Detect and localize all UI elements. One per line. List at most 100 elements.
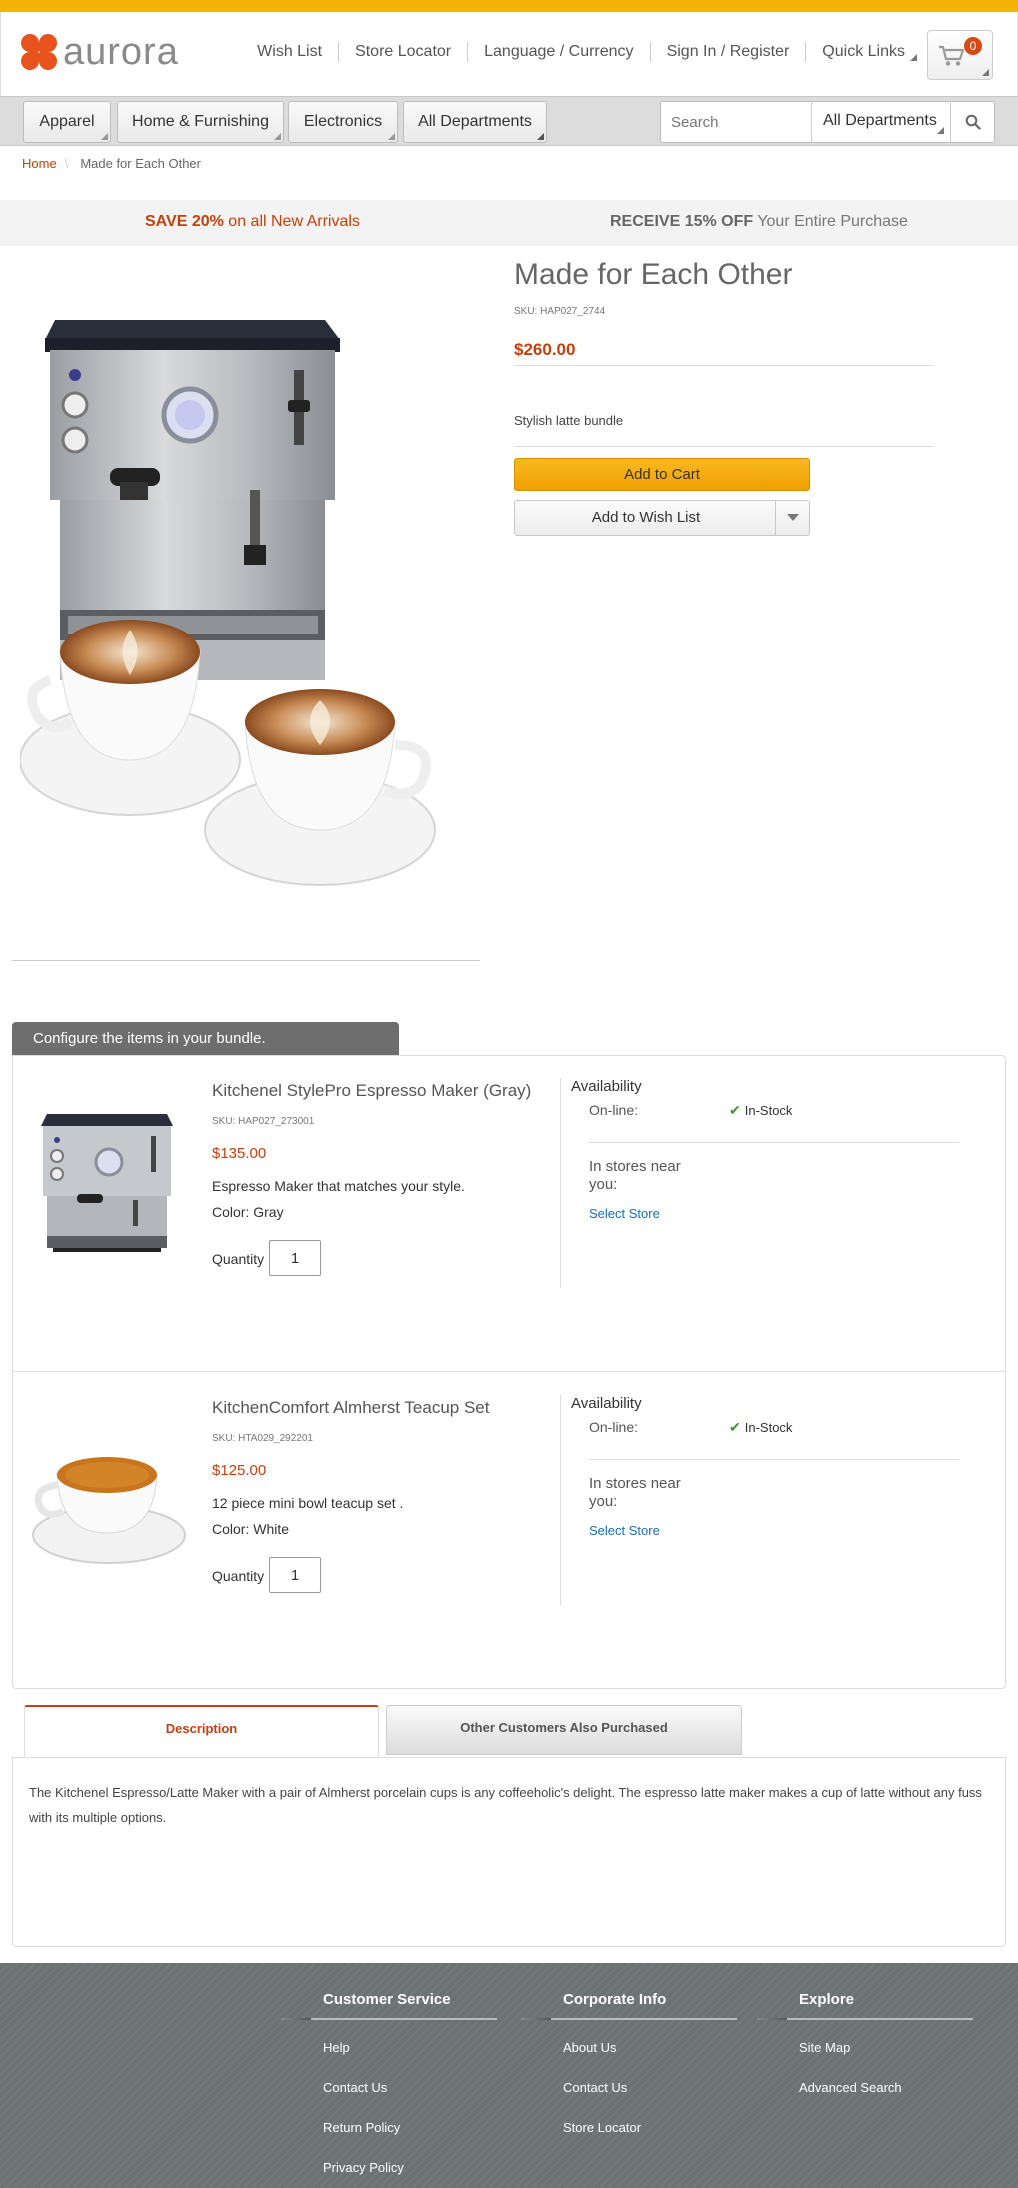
nav-tab-label: Apparel [39,113,95,130]
nav-tab-label: Home & Furnishing [132,113,269,130]
divider [514,446,934,447]
dropdown-corner-icon [101,133,108,140]
stock-status: ✔ In-Stock [729,1102,792,1119]
search-icon [965,114,981,130]
image-divider [12,960,480,961]
footer-column-customer-service: Customer Service Help Contact Us Return … [281,1991,497,2188]
check-icon: ✔ [729,1102,741,1118]
language-currency-link[interactable]: Language / Currency [484,43,633,61]
breadcrumb: Home \ Made for Each Other [22,156,201,171]
footer-link-privacy-policy[interactable]: Privacy Policy [323,2160,497,2188]
divider [467,42,469,62]
divider [589,1459,959,1460]
nav-tab-all-departments[interactable]: All Departments [403,101,547,143]
footer-link-site-map[interactable]: Site Map [799,2040,973,2080]
top-links: Wish List Store Locator Language / Curre… [257,42,917,62]
tab-description[interactable]: Description [24,1705,379,1757]
divider [281,2018,497,2020]
product-long-description: The Kitchenel Espresso/Latte Maker with … [29,1785,982,1825]
select-store-link[interactable]: Select Store [589,1523,660,1538]
dropdown-corner-icon [982,69,989,76]
nav-tab-label: All Departments [418,113,532,130]
product-short-description: Stylish latte bundle [514,413,624,428]
quantity-input[interactable] [269,1240,321,1276]
bundle-item-price: $125.00 [212,1462,267,1479]
dropdown-corner-icon [910,54,917,61]
site-footer: Customer Service Help Contact Us Return … [0,1963,1018,2188]
search-department-value: All Departments [823,112,937,129]
add-to-wishlist-button[interactable]: Add to Wish List [515,501,777,535]
bundle-item: KitchenComfort Almherst Teacup Set SKU: … [13,1373,1005,1689]
divider [589,1142,959,1143]
footer-link-contact-us[interactable]: Contact Us [323,2080,497,2120]
footer-link-about-us[interactable]: About Us [563,2040,737,2080]
bundle-heading: Configure the items in your bundle. [12,1022,399,1055]
breadcrumb-current: Made for Each Other [80,156,201,171]
cart-icon [939,45,965,66]
site-header: aurora Wish List Store Locator Language … [0,12,1018,96]
wish-list-link[interactable]: Wish List [257,43,322,61]
stores-near-label: In stores near you: [589,1158,681,1193]
nav-tab-home-furnishing[interactable]: Home & Furnishing [117,101,284,143]
footer-link-contact-us[interactable]: Contact Us [563,2080,737,2120]
bundle-item-sku: SKU: HAP027_273001 [212,1116,315,1127]
bundle-item-color: Color: White [212,1521,290,1537]
add-to-cart-button[interactable]: Add to Cart [514,458,810,491]
breadcrumb-home-link[interactable]: Home [22,156,57,171]
promo-left-text: on all New Arrivals [223,213,360,230]
espresso-maker-image[interactable] [27,1096,187,1256]
top-accent-bar [0,0,1018,12]
promo-banner: SAVE 20% on all New Arrivals RECEIVE 15%… [0,200,1018,246]
bundle-item-sku: SKU: HTA029_292201 [212,1433,313,1444]
product-title: Made for Each Other [514,258,793,291]
bundle-item-description: Espresso Maker that matches your style. [212,1178,465,1194]
promo-left-highlight: SAVE 20% [145,213,224,230]
select-store-link[interactable]: Select Store [589,1206,660,1221]
bundle-items: Kitchenel StylePro Espresso Maker (Gray)… [12,1055,1006,1689]
teacup-set-image[interactable] [27,1413,187,1573]
quick-links-menu[interactable]: Quick Links [822,43,917,61]
footer-link-advanced-search[interactable]: Advanced Search [799,2080,973,2120]
bundle-item-name[interactable]: Kitchenel StylePro Espresso Maker (Gray) [212,1081,531,1101]
tab-also-purchased[interactable]: Other Customers Also Purchased [386,1705,742,1755]
search-input[interactable] [661,102,811,142]
footer-column-explore: Explore Site Map Advanced Search [757,1991,973,2120]
sign-in-register-link[interactable]: Sign In / Register [667,43,790,61]
logo-text: aurora [63,31,179,73]
stock-status-text: In-Stock [744,1103,793,1118]
chevron-down-icon [786,514,799,521]
product-price: $260.00 [514,340,576,359]
promo-new-arrivals[interactable]: SAVE 20% on all New Arrivals [145,213,360,231]
stores-near-label: In stores near you: [589,1475,681,1510]
check-icon: ✔ [729,1419,741,1435]
search-bar: All Departments [660,101,995,143]
footer-link-store-locator[interactable]: Store Locator [563,2120,737,2160]
description-panel: The Kitchenel Espresso/Latte Maker with … [12,1757,1006,1947]
divider [757,2018,973,2020]
store-locator-link[interactable]: Store Locator [355,43,451,61]
availability-heading: Availability [571,1395,642,1412]
search-department-select[interactable]: All Departments [811,102,950,142]
quantity-input[interactable] [269,1557,321,1593]
department-nav: Apparel Home & Furnishing Electronics Al… [0,96,1018,146]
promo-entire-purchase[interactable]: RECEIVE 15% OFF Your Entire Purchase [610,213,908,231]
bundle-item-description: 12 piece mini bowl teacup set . [212,1495,404,1511]
cart-count-badge: 0 [964,37,982,55]
bundle-item-name[interactable]: KitchenComfort Almherst Teacup Set [212,1398,490,1418]
quick-links-label: Quick Links [822,43,905,60]
cart-button[interactable]: 0 [927,30,993,80]
nav-tab-electronics[interactable]: Electronics [288,101,398,143]
footer-link-return-policy[interactable]: Return Policy [323,2120,497,2160]
add-to-wishlist-control: Add to Wish List [514,500,810,536]
wishlist-dropdown-button[interactable] [775,501,809,535]
logo[interactable]: aurora [21,31,179,73]
footer-link-help[interactable]: Help [323,2040,497,2080]
footer-column-title: Corporate Info [563,1991,667,2008]
bundle-item-color: Color: Gray [212,1204,284,1220]
breadcrumb-separator: \ [64,156,69,171]
footer-column-corporate-info: Corporate Info About Us Contact Us Store… [521,1991,737,2160]
dropdown-corner-icon [274,133,281,140]
nav-tab-apparel[interactable]: Apparel [23,101,111,143]
search-button[interactable] [950,102,994,142]
footer-column-title: Customer Service [323,1991,451,2008]
